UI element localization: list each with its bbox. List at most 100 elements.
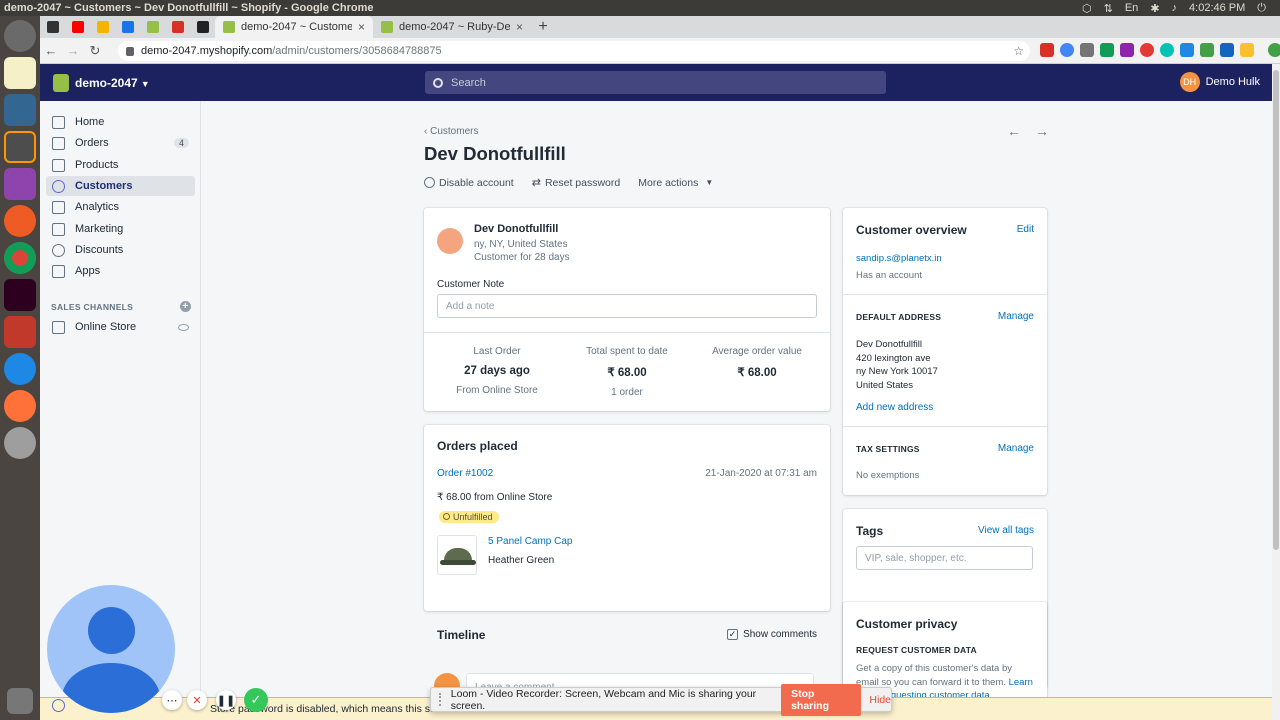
dropbox-icon[interactable]: ⬡ [1082, 2, 1092, 15]
extension-icon[interactable] [1100, 43, 1114, 57]
next-arrow-icon[interactable]: → [1035, 123, 1049, 139]
sublime-icon[interactable] [4, 131, 36, 163]
edit-overview-button[interactable]: Edit [1017, 224, 1034, 235]
pinned-tab[interactable] [90, 16, 115, 38]
more-actions-button[interactable]: More actions ▼ [638, 177, 713, 189]
shopify-logo-icon[interactable] [53, 73, 69, 92]
postgres-icon[interactable] [4, 94, 36, 126]
sidebar-item-marketing[interactable]: Marketing [46, 219, 195, 239]
pinned-tab[interactable] [115, 16, 140, 38]
order-link[interactable]: Order #1002 [437, 468, 493, 479]
extension-icon[interactable] [1120, 43, 1134, 57]
breadcrumb[interactable]: ‹ Customers [424, 126, 478, 137]
extension-icon[interactable] [1060, 43, 1074, 57]
sidebar-item-label: Home [75, 116, 105, 128]
sidebar-item-home[interactable]: Home [46, 112, 195, 132]
pinned-tab[interactable] [165, 16, 190, 38]
hide-button[interactable]: Hide [869, 694, 891, 706]
bluetooth-icon[interactable]: ✱ [1150, 2, 1159, 15]
new-tab-button[interactable]: + [531, 16, 555, 38]
profile-avatar[interactable] [1268, 43, 1280, 57]
page-scrollbar[interactable] [1272, 64, 1280, 720]
extension-icon[interactable] [1240, 43, 1254, 57]
extension-icon[interactable] [1160, 43, 1174, 57]
chrome-icon[interactable] [4, 242, 36, 274]
text-editor-icon[interactable] [4, 57, 36, 89]
last-order-link[interactable]: Last Order [427, 346, 567, 357]
tab-customers[interactable]: demo-2047 ~ Customers ~ × [215, 16, 373, 38]
pause-recording-icon[interactable]: ❚❚ [216, 690, 236, 710]
stop-sharing-button[interactable]: Stop sharing [781, 683, 862, 716]
tab-ruby-developer[interactable]: demo-2047 ~ Ruby-Develo × [373, 16, 531, 38]
previous-arrow-icon[interactable]: ← [1007, 123, 1021, 139]
settings-icon[interactable] [4, 427, 36, 459]
learn-link[interactable]: Learn [1009, 677, 1033, 688]
extension-icon[interactable] [1140, 43, 1154, 57]
finish-recording-icon[interactable]: ✓ [244, 688, 268, 712]
view-all-tags-link[interactable]: View all tags [978, 525, 1034, 536]
breadcrumb-link[interactable]: Customers [430, 126, 478, 137]
keyboard-language[interactable]: En [1125, 2, 1138, 14]
add-address-link[interactable]: Add new address [856, 402, 933, 413]
window-title: demo-2047 ~ Customers ~ Dev Donotfullfil… [4, 2, 374, 14]
eye-icon[interactable] [178, 323, 189, 331]
extension-icon[interactable] [1200, 43, 1214, 57]
forward-icon[interactable]: → [62, 43, 84, 58]
pinned-tab[interactable] [140, 16, 165, 38]
scrollbar-thumb[interactable] [1273, 70, 1279, 550]
reload-icon[interactable]: ↻ [84, 43, 106, 59]
extension-icon[interactable] [1180, 43, 1194, 57]
user-menu[interactable]: DH Demo Hulk [1179, 72, 1260, 92]
power-icon[interactable]: ⏻ [1257, 2, 1266, 15]
sidebar-item-customers[interactable]: Customers [46, 176, 195, 196]
search-input[interactable]: Search [425, 71, 886, 94]
product-thumbnail[interactable] [437, 535, 477, 575]
show-comments-toggle[interactable]: ✓ Show comments [727, 629, 817, 640]
drag-handle-icon[interactable] [439, 693, 445, 706]
timer-icon[interactable] [4, 353, 36, 385]
checkbox-checked-icon[interactable]: ✓ [727, 629, 739, 640]
pinned-tab[interactable] [65, 16, 90, 38]
customer-note-input[interactable]: Add a note [437, 294, 817, 318]
product-link[interactable]: 5 Panel Camp Cap [488, 536, 573, 547]
files-icon[interactable] [4, 316, 36, 348]
ubuntu-dash-icon[interactable] [4, 20, 36, 52]
extension-icon[interactable] [1220, 43, 1234, 57]
customer-email-link[interactable]: sandip.s@planetx.in [856, 253, 942, 264]
tags-input[interactable]: VIP, sale, shopper, etc. [856, 546, 1033, 570]
store-switcher[interactable]: demo-2047 ▼ [75, 76, 150, 90]
sidebar-item-discounts[interactable]: Discounts [46, 240, 195, 260]
back-icon[interactable]: ← [40, 43, 62, 58]
clock[interactable]: 4:02:46 PM [1189, 2, 1245, 14]
network-icon[interactable]: ⇅ [1104, 2, 1113, 15]
sidebar-item-orders[interactable]: Orders 4 [46, 133, 195, 153]
volume-icon[interactable]: ♪ [1172, 2, 1178, 14]
trash-icon[interactable] [7, 688, 33, 714]
address-line: Dev Donotfullfill [856, 339, 922, 350]
sidebar-item-products[interactable]: Products [46, 155, 195, 175]
disable-account-button[interactable]: Disable account [424, 177, 514, 189]
cancel-recording-icon[interactable]: ✕ [187, 690, 207, 710]
manage-tax-button[interactable]: Manage [998, 443, 1034, 454]
sidebar-item-apps[interactable]: Apps [46, 261, 195, 281]
sidebar-item-online-store[interactable]: Online Store [46, 317, 195, 337]
tab-title: demo-2047 ~ Ruby-Develo [399, 21, 510, 33]
add-channel-icon[interactable]: + [180, 301, 191, 312]
terminal-icon[interactable] [4, 279, 36, 311]
manage-address-button[interactable]: Manage [998, 311, 1034, 322]
url-bar[interactable]: demo-2047.myshopify.com/admin/customers/… [118, 41, 1030, 61]
reset-password-button[interactable]: ⇄ Reset password [532, 176, 621, 190]
bookmark-star-icon[interactable]: ☆ [1013, 44, 1024, 58]
postman-icon[interactable] [4, 205, 36, 237]
media-icon[interactable] [4, 168, 36, 200]
close-tab-icon[interactable]: × [516, 20, 523, 34]
firefox-icon[interactable] [4, 390, 36, 422]
pinned-tab[interactable] [40, 16, 65, 38]
sidebar-item-analytics[interactable]: Analytics [46, 197, 195, 217]
webcam-bubble[interactable] [47, 585, 175, 713]
extension-icon[interactable] [1040, 43, 1054, 57]
extension-icon[interactable] [1080, 43, 1094, 57]
more-options-icon[interactable]: ⋯ [162, 690, 182, 710]
close-tab-icon[interactable]: × [358, 20, 365, 34]
pinned-tab[interactable] [190, 16, 215, 38]
